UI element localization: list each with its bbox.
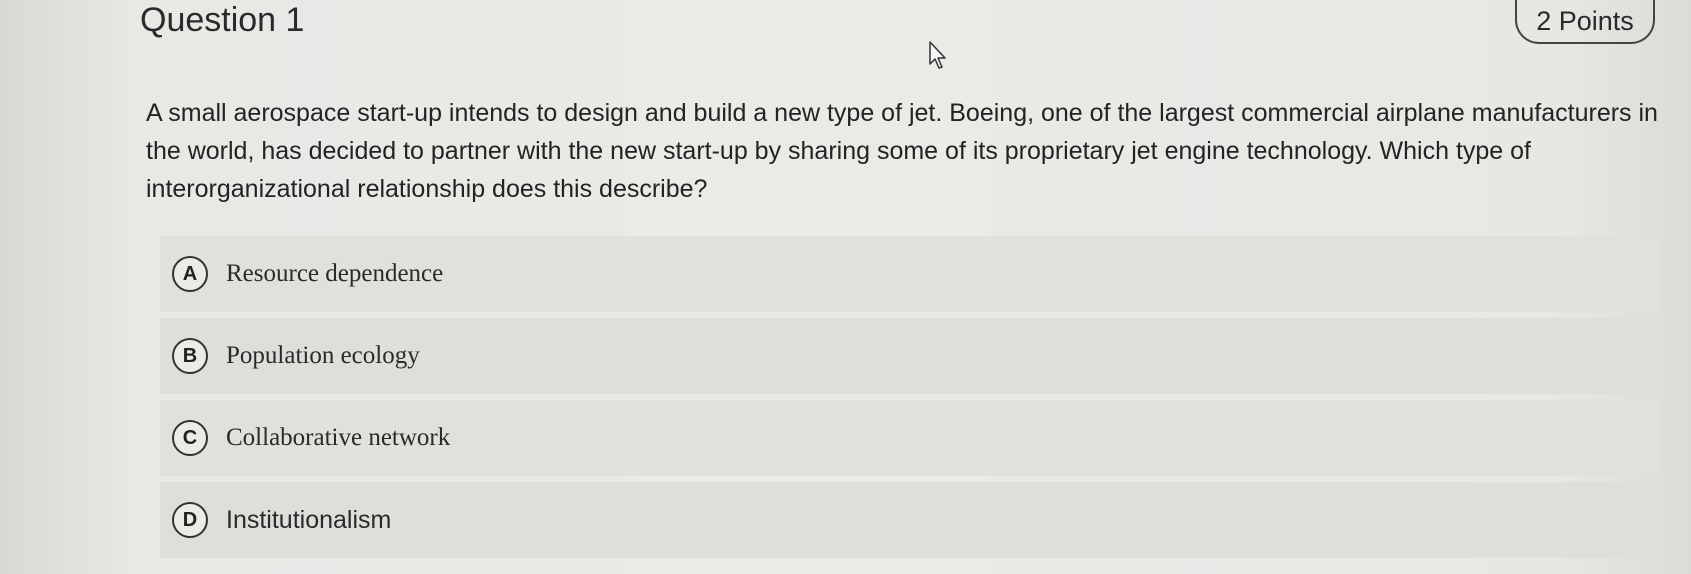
mouse-pointer-icon xyxy=(929,41,946,69)
option-c-label: Collaborative network xyxy=(226,424,451,451)
question-title: Question 1 xyxy=(140,1,305,39)
option-b[interactable]: B Population ecology xyxy=(160,318,1660,394)
option-c-letter: C xyxy=(172,420,208,456)
option-a[interactable]: A Resource dependence xyxy=(160,236,1660,312)
option-d[interactable]: D Institutionalism xyxy=(160,482,1660,558)
option-d-letter: D xyxy=(172,502,208,538)
quiz-screen: Question 1 2 Points A small aerospace st… xyxy=(0,0,1691,574)
answer-options: A Resource dependence B Population ecolo… xyxy=(160,236,1660,564)
option-d-label: Institutionalism xyxy=(226,505,392,534)
points-badge: 2 Points xyxy=(1515,0,1655,44)
option-b-letter: B xyxy=(172,338,208,374)
option-b-label: Population ecology xyxy=(226,342,420,369)
question-text: A small aerospace start-up intends to de… xyxy=(146,99,1658,203)
option-a-letter: A xyxy=(172,256,208,292)
option-a-label: Resource dependence xyxy=(226,260,444,287)
option-c[interactable]: C Collaborative network xyxy=(160,400,1660,476)
